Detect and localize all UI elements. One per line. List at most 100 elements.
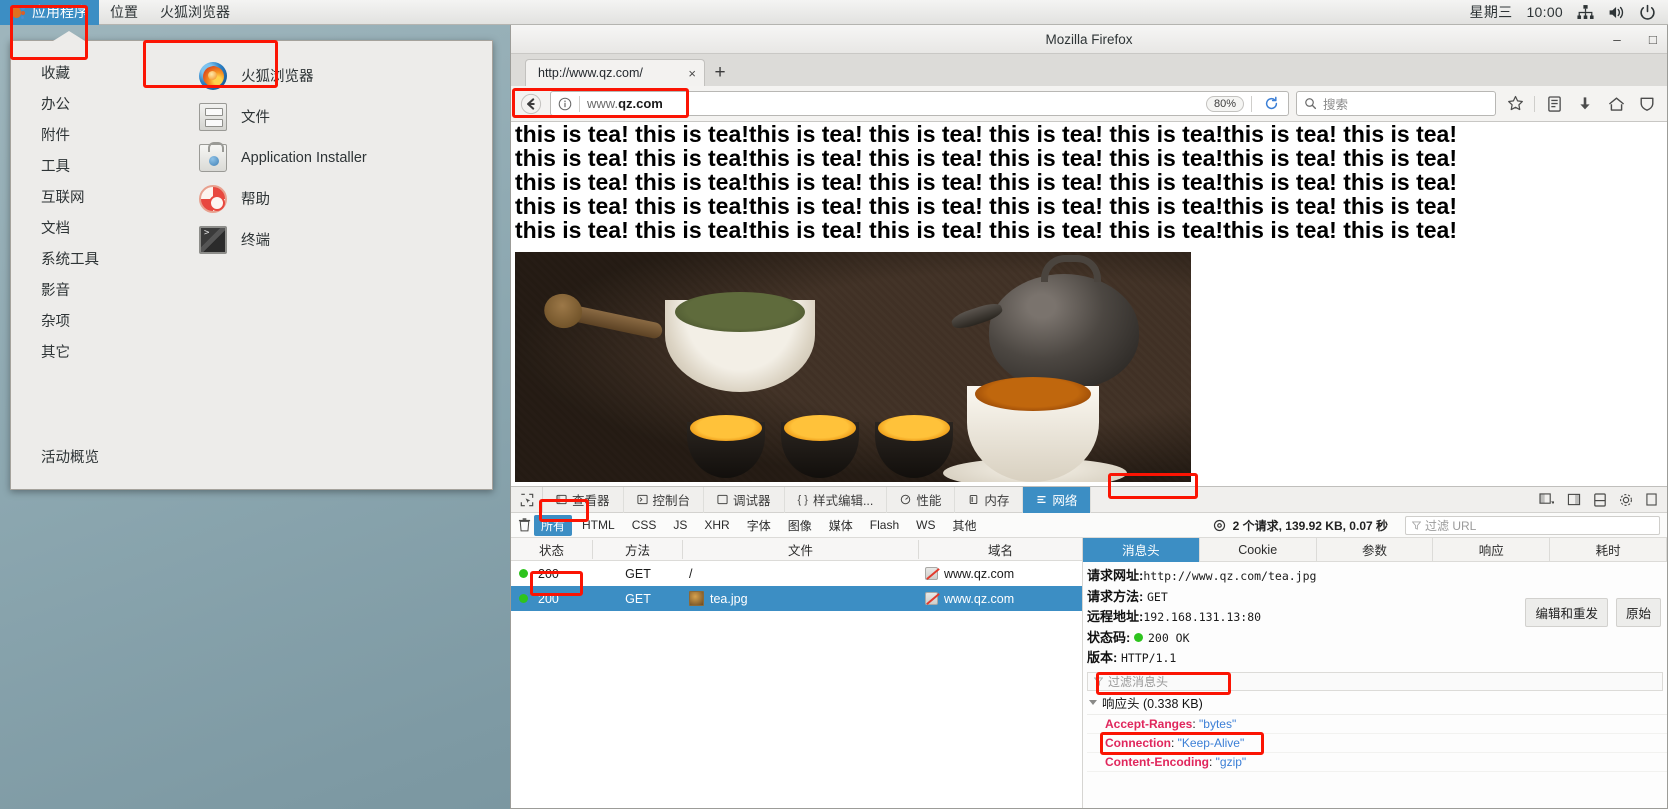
back-arrow-icon[interactable] [519, 92, 543, 116]
network-icon[interactable] [1577, 4, 1594, 21]
detail-tab-params[interactable]: 参数 [1317, 537, 1434, 562]
app-item-files[interactable]: 文件 [161, 96, 492, 137]
panel-menu-places[interactable]: 位置 [99, 0, 149, 25]
devtools-tab-debugger[interactable]: 调试器 [704, 486, 785, 513]
performance-icon [1213, 519, 1225, 531]
downloads-icon[interactable] [1573, 92, 1597, 116]
window-title: Mozilla Firefox [1045, 31, 1133, 47]
column-header-file[interactable]: 文件 [683, 539, 919, 559]
category-item-misc[interactable]: 杂项 [11, 305, 161, 336]
devtools-tab-memory[interactable]: 内存 [955, 486, 1024, 513]
detail-tab-response[interactable]: 响应 [1433, 537, 1551, 562]
field-sep: : [1113, 650, 1121, 665]
detail-tab-timings[interactable]: 耗时 [1550, 537, 1667, 562]
raw-headers-button[interactable]: 原始 [1615, 598, 1661, 627]
volume-icon[interactable] [1608, 4, 1625, 21]
minimize-button[interactable]: – [1609, 32, 1625, 48]
close-panel-icon[interactable] [1646, 493, 1657, 506]
devtools-tab-console[interactable]: 控制台 [624, 486, 705, 513]
column-header-status[interactable]: 状态 [511, 539, 593, 559]
url-text: www.qz.com [587, 96, 663, 111]
home-icon[interactable] [1604, 92, 1628, 116]
category-item-favorites[interactable]: 收藏 [11, 57, 161, 88]
header-filter-input[interactable]: 过滤消息头 [1087, 671, 1663, 691]
cup-shape [687, 415, 765, 478]
responsive-design-icon[interactable] [1594, 492, 1606, 507]
inspector-icon [556, 494, 567, 505]
filter-button-images[interactable]: 图像 [781, 515, 819, 536]
zoom-level-indicator[interactable]: 80% [1205, 95, 1244, 112]
column-header-domain[interactable]: 域名 [919, 540, 1082, 559]
filter-button-fonts[interactable]: 字体 [740, 515, 778, 536]
layout-toggle-icon[interactable] [1539, 493, 1554, 506]
filter-button-media[interactable]: 媒体 [822, 515, 860, 536]
search-bar[interactable]: 搜索 [1296, 91, 1496, 116]
browser-tab[interactable]: http://www.qz.com/ × [525, 59, 705, 86]
style-editor-icon: { } [797, 493, 808, 506]
filter-button-xhr[interactable]: XHR [697, 516, 736, 534]
filter-button-other[interactable]: 其他 [945, 515, 983, 536]
settings-gear-icon[interactable] [1619, 493, 1633, 507]
activities-overview-link[interactable]: 活动概览 [41, 446, 99, 467]
header-row: Accept-Ranges: "bytes" [1087, 715, 1667, 734]
url-filter-input[interactable]: 过滤 URL [1405, 515, 1660, 535]
dock-side-icon[interactable] [1567, 493, 1581, 506]
filter-button-html[interactable]: HTML [575, 516, 622, 534]
devtools-tab-label: 调试器 [733, 494, 771, 508]
detail-tab-cookies[interactable]: Cookie [1200, 537, 1317, 562]
app-item-application-installer[interactable]: Application Installer [161, 137, 492, 178]
urlbar-separator [579, 95, 580, 112]
debugger-icon [717, 494, 728, 505]
category-item-tools[interactable]: 工具 [11, 150, 161, 181]
top-panel: 应用程序 位置 火狐浏览器 星期三 10:00 [0, 0, 1668, 25]
table-row[interactable]: 200 GET tea.jpg www.qz.com [511, 586, 1082, 611]
category-item-accessories[interactable]: 附件 [11, 119, 161, 150]
element-picker-icon[interactable] [511, 486, 543, 513]
response-headers-group[interactable]: 响应头 (0.338 KB) [1087, 691, 1667, 715]
filter-icon [1412, 520, 1421, 530]
category-item-office[interactable]: 办公 [11, 88, 161, 119]
panel-menu-label: 应用程序 [32, 3, 88, 20]
close-tab-icon[interactable]: × [688, 66, 696, 81]
devtools-tab-inspector[interactable]: 查看器 [543, 486, 624, 513]
filter-button-js[interactable]: JS [666, 516, 694, 534]
app-item-terminal[interactable]: 终端 [161, 219, 492, 260]
devtools-tab-network[interactable]: 网络 [1023, 486, 1092, 513]
filter-button-flash[interactable]: Flash [863, 516, 906, 534]
no-cookie-icon [925, 567, 938, 580]
shield-icon[interactable] [1635, 92, 1659, 116]
navigation-toolbar: www.qz.com 80% 搜索 [511, 86, 1667, 122]
category-item-other[interactable]: 其它 [11, 336, 161, 367]
filter-button-css[interactable]: CSS [625, 516, 664, 534]
url-bar[interactable]: www.qz.com 80% [550, 91, 1289, 116]
library-icon[interactable] [1542, 92, 1566, 116]
devtools-tab-style-editor[interactable]: { } 样式编辑... [785, 486, 888, 513]
category-item-multimedia[interactable]: 影音 [11, 274, 161, 305]
request-method: GET [625, 566, 651, 581]
info-icon[interactable] [558, 97, 572, 111]
panel-menu-firefox[interactable]: 火狐浏览器 [149, 0, 241, 25]
trash-icon[interactable] [518, 518, 531, 532]
table-row[interactable]: 200 GET / www.qz.com [511, 561, 1082, 586]
new-tab-button[interactable]: + [705, 59, 735, 86]
panel-menu-applications[interactable]: 应用程序 [0, 0, 99, 25]
app-item-help[interactable]: 帮助 [161, 178, 492, 219]
reload-icon[interactable] [1259, 92, 1283, 116]
edit-and-resend-button[interactable]: 编辑和重发 [1525, 598, 1608, 627]
category-item-documents[interactable]: 文档 [11, 212, 161, 243]
header-name: Accept-Ranges [1105, 716, 1193, 731]
filter-button-ws[interactable]: WS [909, 516, 942, 534]
status-dot-icon [1133, 633, 1143, 643]
app-item-firefox[interactable]: 火狐浏览器 [161, 55, 492, 96]
category-item-internet[interactable]: 互联网 [11, 181, 161, 212]
column-header-method[interactable]: 方法 [593, 539, 683, 559]
power-icon[interactable] [1639, 4, 1656, 21]
category-item-system-tools[interactable]: 系统工具 [11, 243, 161, 274]
maximize-button[interactable]: □ [1645, 32, 1661, 48]
devtools-tab-performance[interactable]: 性能 [887, 486, 956, 513]
filter-button-all[interactable]: 所有 [534, 514, 573, 536]
terminal-icon [199, 225, 227, 254]
cup-shape [875, 415, 953, 478]
detail-tab-headers[interactable]: 消息头 [1083, 537, 1200, 562]
bookmark-star-icon[interactable] [1503, 92, 1527, 116]
